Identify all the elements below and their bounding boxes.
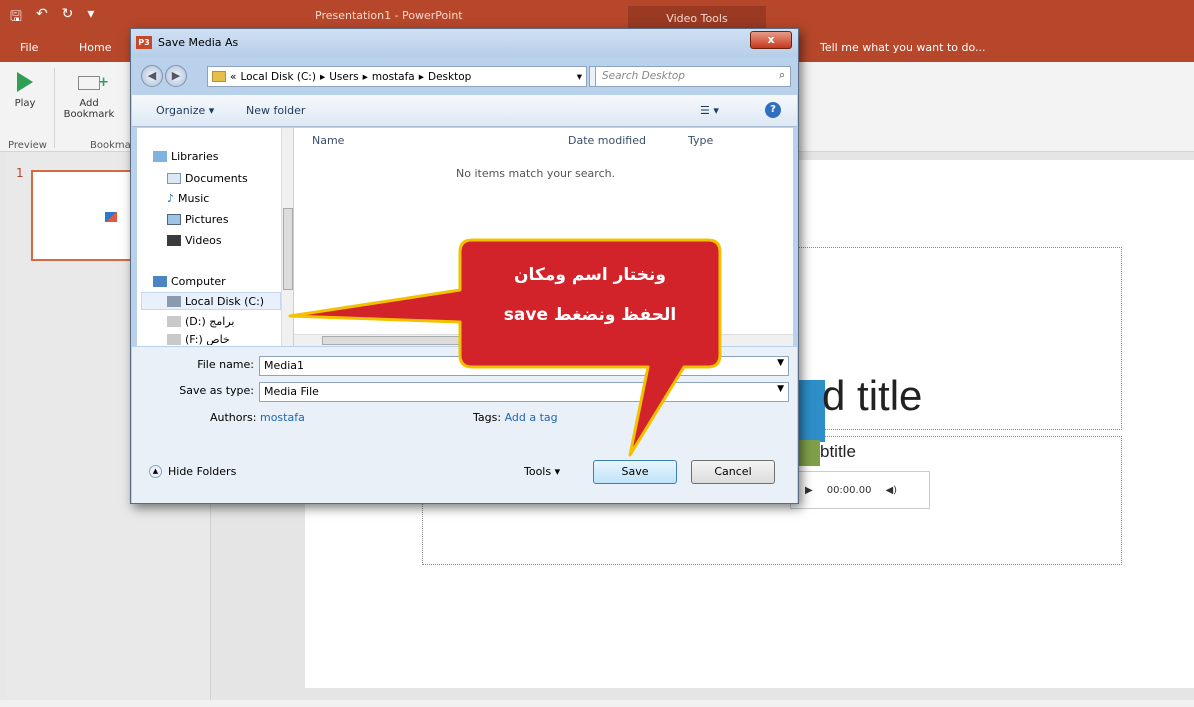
instruction-callout: ونختار اسم ومكان الحفظ ونضغط save bbox=[288, 238, 722, 457]
callout-line-2: الحفظ ونضغط save bbox=[504, 305, 676, 325]
callout-line-1: ونختار اسم ومكان bbox=[514, 265, 666, 285]
